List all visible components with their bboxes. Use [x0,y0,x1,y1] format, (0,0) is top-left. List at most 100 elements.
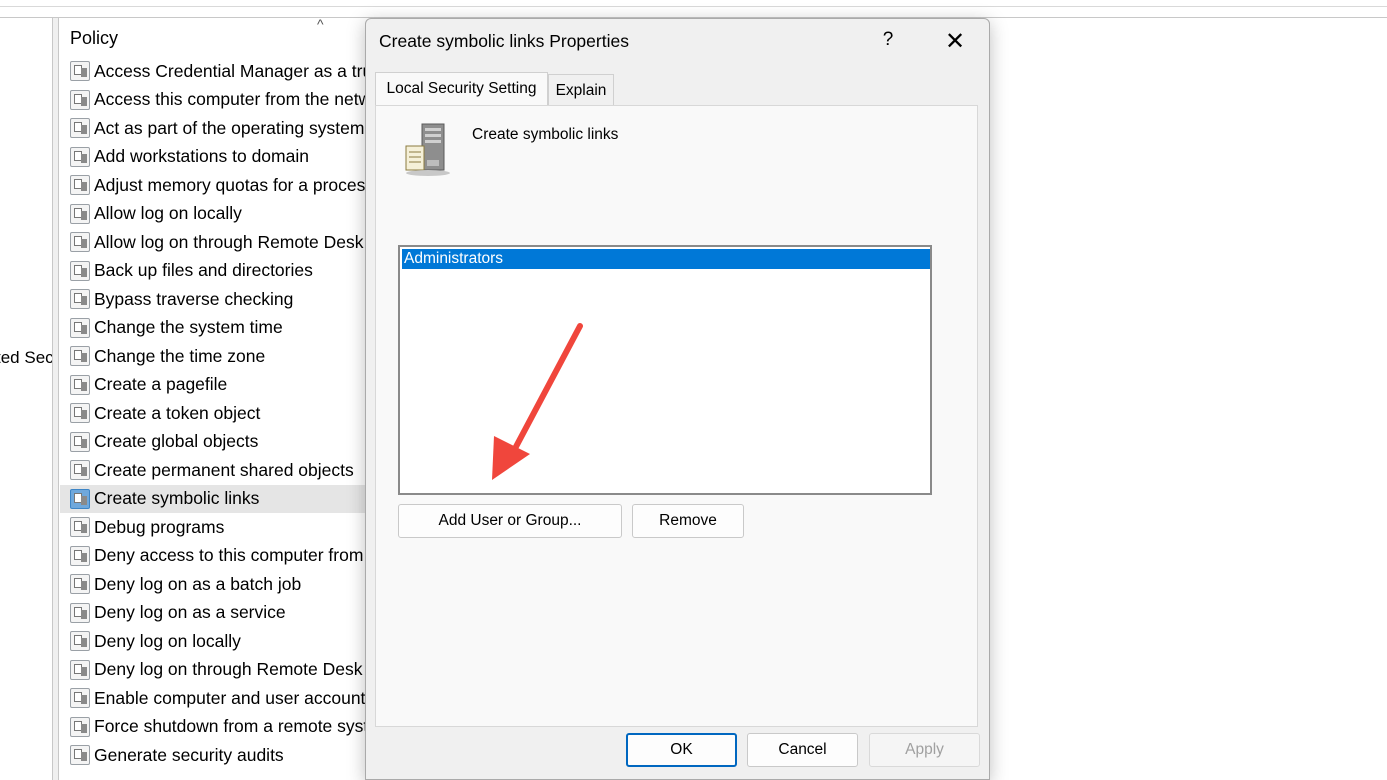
list-item[interactable]: Create a pagefile [60,371,370,400]
console-top-bar [0,0,1387,18]
list-item[interactable]: Access this computer from the netw [60,86,372,115]
policy-icon [70,260,90,281]
policy-label: Deny log on as a batch job [94,573,302,594]
policy-label: Generate security audits [94,744,284,765]
policy-label: Create symbolic links [94,488,260,509]
cancel-label: Cancel [778,741,827,758]
list-item[interactable]: Add workstations to domain [60,143,370,172]
list-item[interactable]: Force shutdown from a remote syst [60,713,370,742]
tab-local-security-setting[interactable]: Local Security Setting [375,72,548,105]
policy-icon [70,431,90,452]
list-item[interactable]: Deny log on through Remote Desk [60,656,370,685]
policy-icon [70,146,90,167]
policy-icon [70,488,90,509]
policy-label: Back up files and directories [94,260,313,281]
policy-label: Adjust memory quotas for a proces [94,174,366,195]
policy-icon [70,602,90,623]
tab-panel-local-security-setting: Create symbolic links Administrators Add… [375,105,978,727]
policy-label: Act as part of the operating system [94,117,365,138]
policy-icon [70,659,90,680]
list-item[interactable]: Access Credential Manager as a trus [60,57,381,86]
policy-icon [70,716,90,737]
member-item-administrators[interactable]: Administrators [402,249,930,269]
server-policy-icon [405,123,450,176]
list-item[interactable]: Generate security audits [60,741,370,770]
policy-icon [70,403,90,424]
list-item[interactable]: Act as part of the operating system [60,114,370,143]
policy-icon [70,517,90,538]
list-item[interactable]: Deny log on as a batch job [60,570,370,599]
policy-icon [70,631,90,652]
list-item[interactable]: Allow log on through Remote Desk [60,228,370,257]
list-item[interactable]: Create permanent shared objects [60,456,370,485]
policy-icon [70,89,90,110]
list-item[interactable]: Change the time zone [60,342,370,371]
pane-splitter[interactable] [53,18,59,780]
properties-dialog: Create symbolic links Properties ? ✕ Loc… [365,18,990,780]
list-item[interactable]: Enable computer and user account [60,684,370,713]
ok-label: OK [670,741,693,758]
policy-label: Add workstations to domain [94,146,309,167]
list-item[interactable]: Create a token object [60,399,370,428]
policy-name: Create symbolic links [472,126,619,143]
apply-button[interactable]: Apply [869,733,980,767]
policy-label: Access Credential Manager as a trus [94,60,381,81]
console-tree-pane[interactable]: ted Sec [0,18,53,780]
list-item[interactable]: Bypass traverse checking [60,285,370,314]
list-item[interactable]: Create symbolic links [60,484,370,513]
ok-button[interactable]: OK [626,733,737,767]
policy-icon [70,289,90,310]
policy-icon [70,574,90,595]
policy-label: Deny log on through Remote Desk [94,659,363,680]
policy-label: Create permanent shared objects [94,459,354,480]
policy-column-label: Policy [70,28,119,48]
policy-icon [70,745,90,766]
policy-icon [70,460,90,481]
tab-label: Local Security Setting [386,80,537,97]
list-item[interactable]: Create global objects [60,428,370,457]
policy-label: Bypass traverse checking [94,288,294,309]
list-item[interactable]: Debug programs [60,513,370,542]
policy-label: Create a pagefile [94,374,228,395]
policy-label: Allow log on locally [94,203,242,224]
list-item[interactable]: Back up files and directories [60,257,370,286]
policy-label: Deny log on as a service [94,602,286,623]
cancel-button[interactable]: Cancel [747,733,858,767]
policy-icon [70,545,90,566]
dialog-title: Create symbolic links Properties [379,31,629,51]
remove-button[interactable]: Remove [632,504,744,538]
policy-label: Change the time zone [94,345,266,366]
policy-label: Enable computer and user account [94,687,366,708]
policy-label: Access this computer from the netw [94,89,372,110]
policy-label: Allow log on through Remote Desk [94,231,364,252]
add-user-or-group-label: Add User or Group... [438,512,582,529]
list-item[interactable]: Deny log on as a service [60,599,370,628]
policy-icon [70,374,90,395]
sort-ascending-icon: ^ [317,18,324,32]
list-item[interactable]: Adjust memory quotas for a proces [60,171,370,200]
tree-node-label[interactable]: ted Sec [0,348,52,368]
close-button[interactable]: ✕ [942,27,968,56]
policy-label: Create global objects [94,431,259,452]
policy-label: Deny access to this computer from [94,545,364,566]
policy-label: Create a token object [94,402,261,423]
policy-label: Change the system time [94,317,283,338]
help-button[interactable]: ? [878,29,898,51]
policy-icon [70,346,90,367]
tab-label: Explain [555,81,607,99]
console-top-border [0,6,1387,7]
policy-icon [70,688,90,709]
apply-label: Apply [905,741,944,758]
add-user-or-group-button[interactable]: Add User or Group... [398,504,622,538]
policy-icon [70,61,90,82]
tab-explain[interactable]: Explain [548,74,614,106]
list-item[interactable]: Deny access to this computer from [60,542,370,571]
policy-label: Debug programs [94,516,225,537]
list-item[interactable]: Change the system time [60,314,370,343]
policy-icon [70,175,90,196]
policy-icon [70,118,90,139]
list-item[interactable]: Deny log on locally [60,627,370,656]
policy-icon [70,232,90,253]
list-item[interactable]: Allow log on locally [60,200,370,229]
members-listbox[interactable]: Administrators [398,245,932,495]
